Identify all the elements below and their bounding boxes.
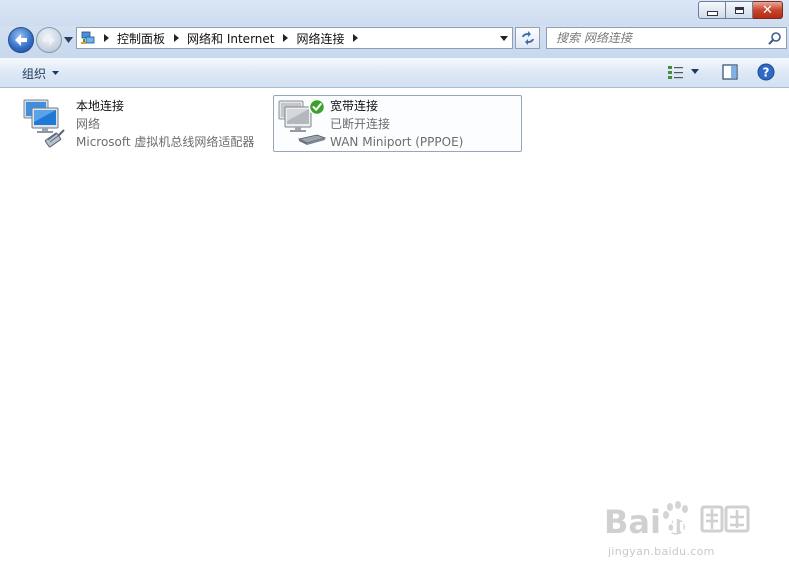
connection-text: 宽带连接 已断开连接 WAN Miniport (PPPOE) xyxy=(330,97,463,151)
caption-buttons: ✕ xyxy=(698,1,783,19)
address-dropdown-button[interactable] xyxy=(499,33,509,43)
breadcrumb: 控制面板 网络和 Internet 网络连接 xyxy=(99,28,363,48)
connection-status: 网络 xyxy=(76,117,101,131)
title-bar: ✕ xyxy=(0,0,789,26)
baidu-jingyan-logo: Bai du xyxy=(604,501,750,541)
chevron-down-icon xyxy=(63,37,73,43)
maximize-icon xyxy=(734,6,744,14)
forward-arrow-icon xyxy=(43,34,55,46)
preview-pane-icon[interactable] xyxy=(721,63,739,81)
chevron-down-icon xyxy=(52,70,60,77)
maximize-button[interactable] xyxy=(726,1,753,19)
baidu-watermark: Bai du jingyan.baidu.com xyxy=(604,497,754,567)
minimize-icon xyxy=(706,10,718,16)
breadcrumb-network-connections[interactable]: 网络连接 xyxy=(292,30,348,47)
connection-text: 本地连接 网络 Microsoft 虚拟机总线网络适配器 xyxy=(76,97,254,151)
organize-button[interactable]: 组织 xyxy=(16,64,65,82)
forward-button[interactable] xyxy=(36,27,62,53)
organize-label: 组织 xyxy=(22,66,47,81)
broadband-connection-icon xyxy=(278,98,327,145)
chevron-down-icon[interactable] xyxy=(691,69,699,75)
breadcrumb-control-panel[interactable]: 控制面板 xyxy=(113,30,169,47)
svg-text:du: du xyxy=(664,514,693,538)
connection-name: 宽带连接 xyxy=(330,99,379,113)
search-box[interactable] xyxy=(546,27,787,49)
svg-text:?: ? xyxy=(763,66,770,80)
watermark-url: jingyan.baidu.com xyxy=(608,545,715,558)
lan-connection-icon xyxy=(23,99,65,148)
connection-tile-local[interactable]: 本地连接 网络 Microsoft 虚拟机总线网络适配器 xyxy=(20,96,270,152)
minimize-button[interactable] xyxy=(698,1,726,19)
breadcrumb-separator-icon[interactable] xyxy=(99,34,113,42)
back-arrow-icon xyxy=(15,34,27,46)
search-icon[interactable] xyxy=(768,31,782,45)
change-view-icon[interactable] xyxy=(667,64,685,80)
breadcrumb-separator-icon[interactable] xyxy=(169,34,183,42)
address-bar[interactable]: 控制面板 网络和 Internet 网络连接 xyxy=(76,27,513,49)
svg-text:Bai: Bai xyxy=(604,503,661,541)
recent-pages-button[interactable] xyxy=(63,35,73,45)
connection-device: Microsoft 虚拟机总线网络适配器 xyxy=(76,135,255,149)
refresh-icon xyxy=(521,31,534,45)
help-icon[interactable]: ? xyxy=(757,63,775,81)
breadcrumb-separator-icon[interactable] xyxy=(278,34,292,42)
close-icon: ✕ xyxy=(762,2,773,18)
back-button[interactable] xyxy=(8,27,34,53)
command-bar: 组织 ? xyxy=(0,58,789,88)
connection-tile-broadband[interactable]: 宽带连接 已断开连接 WAN Miniport (PPPOE) xyxy=(273,95,522,152)
navigation-bar: 控制面板 网络和 Internet 网络连接 xyxy=(0,26,789,58)
chevron-down-icon xyxy=(500,35,508,41)
search-input[interactable] xyxy=(547,28,766,48)
close-button[interactable]: ✕ xyxy=(753,1,783,19)
network-connections-icon xyxy=(81,31,95,44)
connection-status: 已断开连接 xyxy=(330,117,391,131)
breadcrumb-separator-icon[interactable] xyxy=(349,34,363,42)
connection-device: WAN Miniport (PPPOE) xyxy=(330,135,464,149)
connection-name: 本地连接 xyxy=(76,99,125,113)
breadcrumb-network-internet[interactable]: 网络和 Internet xyxy=(183,30,278,47)
refresh-button[interactable] xyxy=(515,27,540,49)
